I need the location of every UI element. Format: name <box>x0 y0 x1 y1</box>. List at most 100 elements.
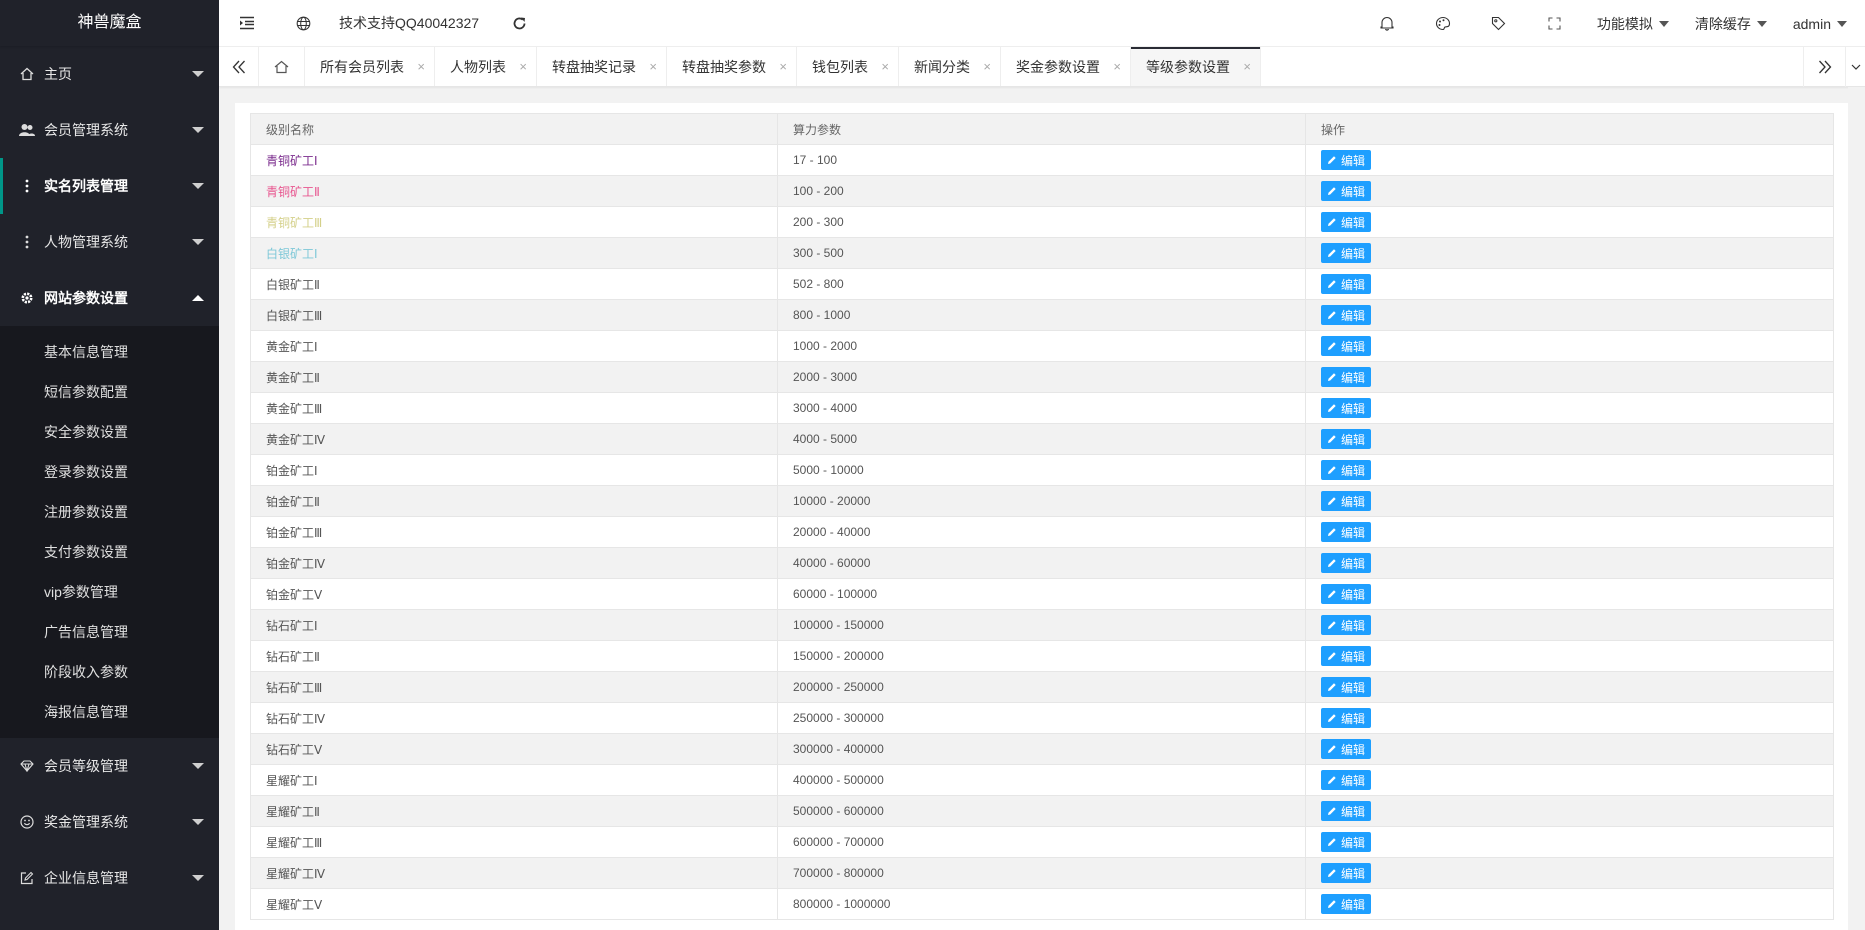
edit-button[interactable]: 编辑 <box>1321 646 1372 666</box>
website-button[interactable] <box>275 0 331 47</box>
edit-button[interactable]: 编辑 <box>1321 460 1372 480</box>
submenu-item-ads[interactable]: 广告信息管理 <box>0 612 219 652</box>
edit-button[interactable]: 编辑 <box>1321 491 1372 511</box>
edit-button[interactable]: 编辑 <box>1321 181 1372 201</box>
level-name: 青铜矿工Ⅰ <box>266 153 318 168</box>
close-icon[interactable]: × <box>983 59 991 74</box>
edit-button[interactable]: 编辑 <box>1321 832 1372 852</box>
table-row: 钻石矿工Ⅲ 200000 - 250000 编辑 <box>250 671 1834 703</box>
edit-button[interactable]: 编辑 <box>1321 739 1372 759</box>
tabs-scroll-right-button[interactable] <box>1803 47 1845 87</box>
level-name-cell: 黄金矿工Ⅱ <box>250 361 778 393</box>
table-row: 黄金矿工Ⅰ 1000 - 2000 编辑 <box>250 330 1834 362</box>
close-icon[interactable]: × <box>649 59 657 74</box>
edit-button[interactable]: 编辑 <box>1321 212 1372 232</box>
edit-button[interactable]: 编辑 <box>1321 553 1372 573</box>
page-scrollbar[interactable] <box>1848 87 1865 930</box>
tab-news-category[interactable]: 新闻分类 × <box>899 47 1001 86</box>
sidebar-item-member-level[interactable]: 会员等级管理 <box>0 738 219 794</box>
pencil-icon <box>1328 683 1336 691</box>
table-row: 白银矿工Ⅰ 300 - 500 编辑 <box>250 237 1834 269</box>
actions-cell: 编辑 <box>1305 671 1834 703</box>
sidebar-item-company-info[interactable]: 企业信息管理 <box>0 850 219 906</box>
close-icon[interactable]: × <box>519 59 527 74</box>
hashrate-cell: 150000 - 200000 <box>777 640 1306 672</box>
tab-all-members[interactable]: 所有会员列表 × <box>305 47 435 86</box>
level-name-cell: 铂金矿工Ⅳ <box>250 547 778 579</box>
tab-bonus-params[interactable]: 奖金参数设置 × <box>1001 47 1131 86</box>
tab-wheel-records[interactable]: 转盘抽奖记录 × <box>537 47 667 86</box>
pencil-icon <box>1328 900 1336 908</box>
submenu-item-sms-config[interactable]: 短信参数配置 <box>0 372 219 412</box>
caret-down-icon <box>1756 20 1767 27</box>
edit-button[interactable]: 编辑 <box>1321 894 1372 914</box>
menu-toggle-button[interactable] <box>219 0 275 47</box>
edit-button[interactable]: 编辑 <box>1321 429 1372 449</box>
home-icon <box>274 60 289 73</box>
close-icon[interactable]: × <box>779 59 787 74</box>
tab-wheel-params[interactable]: 转盘抽奖参数 × <box>667 47 797 86</box>
edit-button[interactable]: 编辑 <box>1321 305 1372 325</box>
level-name-cell: 白银矿工Ⅱ <box>250 268 778 300</box>
submenu-item-security[interactable]: 安全参数设置 <box>0 412 219 452</box>
edit-button[interactable]: 编辑 <box>1321 770 1372 790</box>
submenu-item-vip[interactable]: vip参数管理 <box>0 572 219 612</box>
tabs-scroll-left-button[interactable] <box>219 47 259 86</box>
tabs-more-button[interactable] <box>1845 47 1865 87</box>
actions-cell: 编辑 <box>1305 237 1834 269</box>
edit-button-label: 编辑 <box>1341 215 1366 230</box>
edit-button[interactable]: 编辑 <box>1321 243 1372 263</box>
edit-button[interactable]: 编辑 <box>1321 398 1372 418</box>
tab-home[interactable] <box>259 47 305 86</box>
column-header-actions: 操作 <box>1305 113 1834 145</box>
submenu-item-basic-info[interactable]: 基本信息管理 <box>0 332 219 372</box>
edit-button[interactable]: 编辑 <box>1321 274 1372 294</box>
pencil-icon <box>1328 807 1336 815</box>
level-name: 铂金矿工Ⅴ <box>266 587 323 602</box>
level-name-cell: 钻石矿工Ⅳ <box>250 702 778 734</box>
clear-cache-menu[interactable]: 清除缓存 <box>1681 14 1779 34</box>
edit-button[interactable]: 编辑 <box>1321 522 1372 542</box>
pencil-icon <box>1328 404 1336 412</box>
table-row: 星耀矿工Ⅰ 400000 - 500000 编辑 <box>250 764 1834 796</box>
notification-button[interactable] <box>1359 0 1415 47</box>
edit-button[interactable]: 编辑 <box>1321 336 1372 356</box>
sidebar-item-site-settings[interactable]: 网站参数设置 <box>0 270 219 326</box>
main-content: 级别名称 算力参数 操作 青铜矿工Ⅰ 17 - 100 编辑 青铜矿工Ⅱ 100 - 2… <box>235 103 1848 930</box>
refresh-button[interactable] <box>491 0 547 47</box>
close-icon[interactable]: × <box>417 59 425 74</box>
close-icon[interactable]: × <box>881 59 889 74</box>
tab-characters[interactable]: 人物列表 × <box>435 47 537 86</box>
sidebar-item-home[interactable]: 主页 <box>0 46 219 102</box>
edit-button[interactable]: 编辑 <box>1321 863 1372 883</box>
sidebar-item-character-system[interactable]: 人物管理系统 <box>0 214 219 270</box>
edit-button[interactable]: 编辑 <box>1321 367 1372 387</box>
function-sim-menu[interactable]: 功能模拟 <box>1583 14 1681 34</box>
submenu-item-login[interactable]: 登录参数设置 <box>0 452 219 492</box>
fullscreen-button[interactable] <box>1527 0 1583 47</box>
edit-button[interactable]: 编辑 <box>1321 708 1372 728</box>
submenu-item-register[interactable]: 注册参数设置 <box>0 492 219 532</box>
tags-button[interactable] <box>1471 0 1527 47</box>
theme-button[interactable] <box>1415 0 1471 47</box>
edit-button[interactable]: 编辑 <box>1321 677 1372 697</box>
level-name: 黄金矿工Ⅰ <box>266 339 318 354</box>
close-icon[interactable]: × <box>1113 59 1121 74</box>
submenu-item-poster[interactable]: 海报信息管理 <box>0 692 219 732</box>
hashrate-cell: 800000 - 1000000 <box>777 888 1306 920</box>
edit-button[interactable]: 编辑 <box>1321 615 1372 635</box>
close-icon[interactable]: × <box>1243 59 1251 74</box>
edit-button[interactable]: 编辑 <box>1321 150 1372 170</box>
submenu-item-payment[interactable]: 支付参数设置 <box>0 532 219 572</box>
submenu-item-stage-income[interactable]: 阶段收入参数 <box>0 652 219 692</box>
edit-button[interactable]: 编辑 <box>1321 801 1372 821</box>
tab-level-params[interactable]: 等级参数设置 × <box>1131 47 1261 86</box>
hashrate-cell: 800 - 1000 <box>777 299 1306 331</box>
sidebar-item-member-system[interactable]: 会员管理系统 <box>0 102 219 158</box>
sidebar-item-bonus-system[interactable]: 奖金管理系统 <box>0 794 219 850</box>
sidebar-item-realname-list[interactable]: 实名列表管理 <box>0 158 219 214</box>
actions-cell: 编辑 <box>1305 361 1834 393</box>
edit-button[interactable]: 编辑 <box>1321 584 1372 604</box>
tab-wallets[interactable]: 钱包列表 × <box>797 47 899 86</box>
user-menu[interactable]: admin <box>1779 16 1865 32</box>
